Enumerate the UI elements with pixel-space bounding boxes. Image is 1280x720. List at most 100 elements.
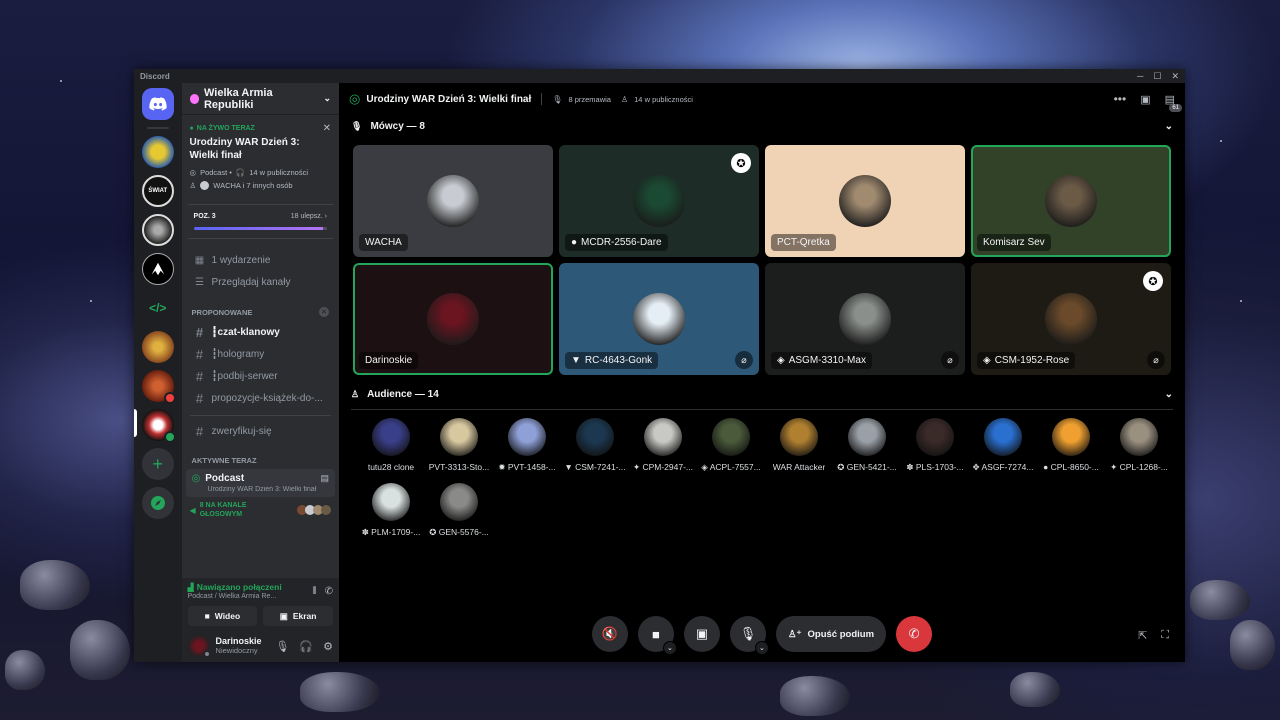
speaker-tile[interactable]: ◈ CSM-1952-Rose ✪ ⌀ [971, 263, 1171, 375]
speaker-tile[interactable]: Darinoskie [353, 263, 553, 375]
audience-name: ✪ GEN-5421-... [837, 462, 897, 472]
speaker-name: Komisarz Sev [977, 234, 1051, 251]
audience-member[interactable]: ✽ PLS-1703-... [901, 418, 969, 473]
audience-member[interactable]: PVT-3313-Sto... [425, 418, 493, 473]
chat-icon[interactable]: ▤ [320, 473, 329, 484]
channel-propozycje[interactable]: # propozycje-książek-do-... [186, 387, 335, 409]
active-podcast-card[interactable]: ◎ Podcast ▤ Urodziny WAR Dzień 3: Wielki… [185, 469, 335, 497]
live-meta-participants: WACHA i 7 innych osób [213, 181, 293, 190]
server-icon[interactable] [141, 136, 174, 168]
voice-location[interactable]: Podcast / Wielka Armia Re... [188, 593, 282, 600]
speaker-tile[interactable]: ◈ ASGM-3310-Max ⌀ [765, 263, 965, 375]
audience-member[interactable]: ✽ PLM-1709-... [357, 483, 425, 538]
screen-icon: ▣ [279, 610, 288, 621]
server-icon[interactable] [141, 214, 174, 246]
headphones-icon[interactable]: 🎧 [299, 640, 313, 653]
user-name: Darinoskie [215, 636, 262, 646]
audience-icon: ♙ [351, 388, 360, 399]
disconnect-icon[interactable]: ✆ [325, 586, 333, 597]
mute-toggle-button[interactable]: 🔇 [591, 616, 628, 652]
audience-member[interactable]: ◈ ACPL-7557... [697, 418, 765, 473]
microphone-icon[interactable]: 🎙 [275, 640, 289, 653]
close-window-icon[interactable]: ✕ [1171, 71, 1179, 82]
inbox-icon[interactable]: ▣ [1140, 93, 1150, 106]
minimize-icon[interactable]: ─ [1137, 71, 1143, 82]
more-icon[interactable]: ••• [1114, 92, 1127, 106]
screen-share-button[interactable]: ▣ [683, 616, 720, 652]
avatar [508, 418, 546, 456]
speaker-tile[interactable]: Komisarz Sev [971, 145, 1171, 257]
browse-label: Przeglądaj kanały [211, 276, 291, 288]
audience-section-header[interactable]: ♙ Audience — 14 ⌄ [339, 383, 1185, 405]
close-icon[interactable]: ✕ [323, 123, 331, 134]
avatar[interactable] [187, 635, 211, 658]
voice-participants-row[interactable]: ◀ 8 NA KANALE GŁOSOWYM [186, 499, 335, 521]
suggested-category[interactable]: PROPONOWANE ✕ [182, 307, 339, 317]
audience-member[interactable]: ✪ GEN-5421-... [833, 418, 901, 473]
server-icon-wielka-armia[interactable] [141, 409, 176, 443]
explore-icon[interactable] [141, 487, 174, 519]
events-link[interactable]: ▦ 1 wydarzenie [186, 249, 335, 271]
speaker-name-text: RC-4643-Gonk [584, 355, 653, 366]
audience-member[interactable]: ● CPL-8650-... [1037, 418, 1105, 473]
server-icon[interactable] [141, 370, 176, 404]
maximize-icon[interactable]: ☐ [1153, 71, 1161, 82]
audience-member[interactable]: ✦ CPL-1268-... [1105, 418, 1173, 473]
audience-name: ✽ PLS-1703-... [906, 462, 964, 472]
avatar [1120, 418, 1158, 456]
audience-member[interactable]: WAR Attacker [765, 418, 833, 473]
speakers-section-header[interactable]: 🎙 Mówcy — 8 ⌄ [339, 115, 1185, 137]
leave-stage-button[interactable]: ♙⁺ Opuść podium [775, 616, 887, 652]
voice-count: 8 NA KANALE [199, 502, 247, 509]
discord-home-icon[interactable] [141, 88, 174, 120]
audience-member[interactable]: ✹ PVT-1458-... [493, 418, 561, 473]
browse-icon: ☰ [195, 276, 205, 288]
speaker-tile[interactable]: PCT-Qretka [765, 145, 965, 257]
avatar [321, 505, 331, 515]
soundboard-icon[interactable]: ⫴ [312, 586, 316, 597]
channel-label: ┇hologramy [211, 348, 265, 360]
speaker-tile[interactable]: ● MCDR-2556-Dare ✪ [559, 145, 759, 257]
speaker-tile[interactable]: ▼ RC-4643-Gonk ⌀ [559, 263, 759, 375]
audience-member[interactable]: tutu28 clone [357, 418, 425, 473]
audience-name: ✹ PVT-1458-... [498, 462, 556, 472]
fullscreen-icon[interactable]: ⛶ [1161, 629, 1169, 642]
camera-button[interactable]: ■ ⌄ [637, 616, 677, 655]
live-meta-type: Podcast • [200, 168, 232, 177]
chat-icon[interactable]: ▤ 61 [1165, 93, 1182, 112]
server-icon[interactable]: </> [142, 292, 174, 324]
asteroid [1190, 580, 1250, 620]
channel-czat-klanowy[interactable]: # ┇czat-klanowy [186, 321, 335, 343]
settings-icon[interactable]: ⚙ [323, 640, 333, 653]
disconnect-button[interactable]: ✆ [896, 616, 933, 652]
browse-channels-link[interactable]: ☰ Przeglądaj kanały [186, 271, 335, 293]
add-server-icon[interactable]: + [141, 448, 174, 480]
audience-member[interactable]: ✦ CPM-2947-... [629, 418, 697, 473]
audience-member[interactable]: ✪ GEN-5576-... [425, 483, 493, 538]
screen-share-button[interactable]: ▣ Ekran [263, 606, 333, 626]
screen-label: Ekran [292, 611, 317, 621]
speaker-tile[interactable]: WACHA [353, 145, 553, 257]
server-icon[interactable] [141, 253, 174, 285]
channel-podbij-serwer[interactable]: # ┇podbij-serwer [186, 365, 335, 387]
voice-status[interactable]: Nawiązano połączeni [197, 582, 282, 592]
server-header[interactable]: Wielka Armia Republiki ⌄ [181, 83, 339, 115]
avatar [780, 418, 818, 456]
popout-icon[interactable]: ⇱ [1138, 629, 1147, 642]
avatar [440, 418, 478, 456]
live-stage-card[interactable]: ● NA ŻYWO TERAZ ✕ Urodziny WAR Dzień 3: W… [188, 121, 333, 194]
channel-hologramy[interactable]: # ┇hologramy [186, 343, 335, 365]
chevron-down-icon[interactable]: ⌄ [662, 641, 677, 655]
microphone-button[interactable]: 🎙 ⌄ [729, 616, 769, 655]
server-icon[interactable]: ŚWIAT [141, 175, 174, 207]
avatar [633, 175, 685, 227]
audience-member[interactable]: ▼ CSM-7241-... [561, 418, 629, 473]
channel-zweryfikuj[interactable]: # zweryfikuj-się [186, 420, 335, 442]
server-boost-progress[interactable]: POZ. 3 18 ulepsz. › [187, 204, 333, 239]
server-icon[interactable] [141, 331, 174, 363]
boost-level: POZ. 3 [193, 213, 216, 220]
audience-member[interactable]: ✥ ASGF-7274... [969, 418, 1037, 473]
close-icon[interactable]: ✕ [319, 307, 329, 317]
video-button[interactable]: ■ Wideo [187, 606, 258, 626]
chevron-down-icon[interactable]: ⌄ [754, 641, 769, 655]
